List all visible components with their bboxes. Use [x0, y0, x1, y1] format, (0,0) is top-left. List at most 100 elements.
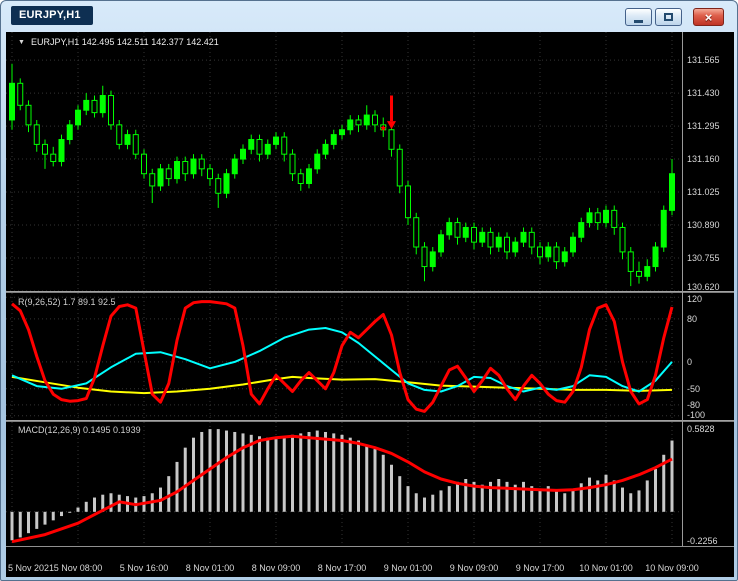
- macd-histogram-bar: [621, 487, 624, 512]
- time-label: 8 Nov 17:00: [317, 563, 367, 573]
- macd-histogram-bar: [299, 433, 303, 512]
- time-label: 10 Nov 09:00: [645, 563, 699, 573]
- macd-histogram-bar: [406, 486, 410, 512]
- macd-histogram-bar: [249, 434, 253, 512]
- macd-histogram-bar: [604, 474, 608, 512]
- macd-histogram-bar: [192, 437, 195, 512]
- macd-histogram-bar: [93, 497, 96, 512]
- macd-histogram-bar: [332, 433, 336, 512]
- macd-histogram-bar: [348, 437, 352, 512]
- window-controls: ×: [622, 8, 724, 26]
- price-label: 131.565: [687, 55, 720, 66]
- macd-histogram-bar: [555, 490, 558, 512]
- macd-histogram-bar: [670, 440, 674, 512]
- star-annotation: ★: [379, 123, 387, 133]
- time-label: 10 Nov 01:00: [579, 563, 633, 573]
- oscillator-label: R(9,26,52) 1.7 89.1 92.5: [18, 297, 116, 307]
- macd-histogram-bar: [456, 481, 459, 512]
- macd-histogram-bar: [414, 493, 418, 512]
- macd-histogram-bar: [571, 488, 575, 512]
- macd-histogram-bar: [282, 437, 286, 512]
- oscillator-scale-label: 120: [687, 294, 703, 304]
- close-button[interactable]: ×: [693, 8, 724, 26]
- macd-histogram-bar: [563, 493, 567, 512]
- macd-histogram-bar: [27, 511, 30, 534]
- macd-histogram-bar: [266, 437, 270, 512]
- oscillator-scale-label: 0: [687, 356, 693, 367]
- time-label: 5 Nov 16:00: [119, 563, 169, 573]
- macd-histogram-bar: [225, 430, 228, 512]
- macd-histogram-bar: [431, 494, 435, 512]
- time-label: 9 Nov 17:00: [515, 563, 565, 573]
- time-label: 8 Nov 01:00: [185, 563, 235, 573]
- red-oscillator-line: [11, 300, 674, 413]
- macd-histogram-bar: [497, 479, 501, 512]
- candlestick-chart[interactable]: ★: [6, 32, 682, 291]
- restore-button[interactable]: [655, 8, 682, 26]
- macd-histogram-bar: [183, 447, 187, 512]
- time-label: 9 Nov 09:00: [449, 563, 499, 573]
- price-label: 131.430: [687, 88, 720, 99]
- price-axis-border: [682, 32, 683, 546]
- price-label: 131.295: [687, 121, 720, 132]
- macd-chart[interactable]: [6, 422, 682, 546]
- macd-histogram-bar: [18, 511, 22, 538]
- macd-histogram-bar: [315, 430, 319, 512]
- macd-histogram-bar: [216, 429, 220, 512]
- macd-histogram-bar: [439, 490, 443, 512]
- sell-arrow-annotation: [387, 95, 396, 130]
- price-label: 130.620: [687, 282, 720, 292]
- macd-histogram-bar: [480, 484, 484, 512]
- macd-histogram-bar: [538, 488, 542, 512]
- macd-label: MACD(12,26,9) 0.1495 0.1939: [18, 425, 141, 435]
- oscillator-scale-label: -80: [687, 399, 701, 410]
- macd-histogram-bar: [357, 440, 360, 512]
- macd-histogram-bar: [43, 511, 47, 525]
- oscillator-scale-label: 80: [687, 313, 698, 324]
- macd-histogram-bar: [68, 511, 72, 513]
- macd-histogram-bar: [629, 493, 633, 512]
- macd-histogram-bar: [84, 501, 88, 512]
- macd-histogram-bar: [588, 477, 591, 512]
- macd-histogram-bar: [390, 464, 393, 512]
- minimize-icon: [634, 19, 643, 23]
- macd-histogram-bar: [637, 490, 641, 512]
- macd-histogram-bar: [398, 476, 402, 512]
- window-title: EURJPY,H1: [11, 6, 93, 25]
- close-icon: ×: [704, 9, 713, 25]
- time-label: 5 Nov 08:00: [53, 563, 103, 573]
- macd-histogram-bar: [233, 431, 237, 512]
- macd-histogram-bar: [175, 461, 179, 512]
- macd-histogram-bar: [505, 481, 509, 512]
- macd-histogram-bar: [340, 434, 344, 512]
- price-label: 130.755: [687, 253, 720, 263]
- pane-separator: [6, 546, 734, 547]
- macd-histogram-bar: [291, 434, 294, 512]
- macd-histogram-bar: [60, 511, 63, 517]
- macd-histogram-bar: [274, 439, 278, 512]
- dropdown-icon[interactable]: ▼: [18, 39, 25, 46]
- macd-histogram-bar: [76, 507, 80, 512]
- time-label: 9 Nov 01:00: [383, 563, 433, 573]
- ohlc-info: ▼ EURJPY,H1 142.495 142.511 142.377 142.…: [18, 37, 219, 47]
- oscillator-scale-label: -50: [687, 383, 701, 394]
- macd-scale-label: -0.2256: [687, 536, 718, 546]
- macd-histogram-bar: [645, 480, 649, 512]
- macd-histogram-bar: [200, 431, 204, 512]
- macd-histogram-bar: [612, 480, 616, 512]
- macd-histogram-bar: [324, 431, 327, 512]
- macd-histogram-bar: [447, 486, 451, 512]
- price-label: 130.890: [687, 220, 720, 231]
- oscillator-scale-label: -100: [687, 410, 706, 420]
- restore-icon: [664, 13, 673, 21]
- chart-client-area: ▼ EURJPY,H1 142.495 142.511 142.377 142.…: [6, 32, 734, 577]
- price-label: 131.160: [687, 154, 720, 165]
- oscillator-chart[interactable]: [6, 293, 682, 420]
- macd-histogram-bar: [307, 431, 311, 512]
- minimize-button[interactable]: [625, 8, 652, 26]
- ohlc-text: EURJPY,H1 142.495 142.511 142.377 142.42…: [30, 37, 219, 47]
- time-label: 8 Nov 09:00: [251, 563, 301, 573]
- macd-histogram-bar: [35, 511, 39, 529]
- macd-histogram-bar: [241, 433, 245, 512]
- macd-histogram-bar: [365, 444, 369, 512]
